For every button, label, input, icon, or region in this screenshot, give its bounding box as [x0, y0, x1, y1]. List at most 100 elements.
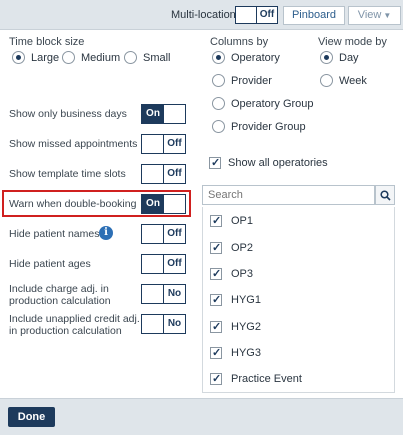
radio-label: Small	[143, 51, 171, 64]
radio-button[interactable]	[62, 51, 75, 64]
list-item[interactable]: OP1	[210, 214, 254, 227]
toggle-state: No	[163, 285, 185, 303]
toggle-state: Off	[163, 225, 185, 243]
list-item[interactable]: OP2	[210, 241, 254, 254]
checkbox[interactable]	[210, 241, 222, 254]
toggle-knob	[142, 285, 164, 303]
radio-label: Provider	[231, 74, 272, 87]
radio-button[interactable]	[320, 51, 333, 64]
label-line: production calculation	[9, 295, 111, 307]
charge-adj-toggle[interactable]: No	[141, 284, 186, 304]
setting-label-hide-ages: Hide patient ages	[9, 258, 91, 270]
list-item-label: OP1	[231, 215, 254, 227]
radio-large[interactable]: Large	[12, 51, 59, 64]
radio-button[interactable]	[212, 120, 225, 133]
toggle-state: Off	[163, 255, 185, 273]
list-item[interactable]: Practice Event	[210, 372, 302, 385]
columns-by-title: Columns by	[210, 36, 269, 48]
toggle-state: Off	[163, 165, 185, 183]
checkbox[interactable]	[210, 267, 222, 280]
radio-label: Medium	[81, 51, 121, 64]
show-all-label: Show all operatories	[228, 157, 328, 169]
toggle-knob	[163, 105, 185, 123]
operatory-list: OP1 OP2 OP3 HYG1 HYG2 HYG3 Practice Even…	[202, 207, 395, 393]
radio-day[interactable]: Day	[320, 51, 359, 64]
list-item-label: OP3	[231, 268, 254, 280]
setting-label-hide-names: Hide patient names	[9, 228, 100, 240]
hide-ages-toggle[interactable]: Off	[141, 254, 186, 274]
list-item[interactable]: HYG2	[210, 320, 261, 333]
checkbox[interactable]	[210, 320, 222, 333]
checkbox[interactable]	[210, 293, 222, 306]
radio-button[interactable]	[124, 51, 137, 64]
radio-button[interactable]	[212, 74, 225, 87]
view-label: View	[357, 9, 382, 21]
missed-appointments-toggle[interactable]: Off	[141, 134, 186, 154]
toggle-state: On	[142, 195, 164, 213]
radio-provider-group[interactable]: Provider Group	[212, 120, 306, 133]
setting-label-template-slots: Show template time slots	[9, 168, 126, 180]
radio-medium[interactable]: Medium	[62, 51, 120, 64]
radio-label: Day	[339, 51, 359, 64]
toggle-state: On	[142, 105, 164, 123]
multi-location-label: Multi-location	[171, 9, 236, 21]
time-block-title: Time block size	[9, 36, 85, 48]
list-item[interactable]: HYG3	[210, 346, 261, 359]
radio-button[interactable]	[320, 74, 333, 87]
setting-label-missed-appointments: Show missed appointments	[9, 138, 138, 150]
radio-small[interactable]: Small	[124, 51, 171, 64]
toggle-knob	[236, 7, 257, 23]
toggle-state: Off	[256, 7, 277, 23]
radio-operatory-group[interactable]: Operatory Group	[212, 97, 314, 110]
toggle-knob	[142, 315, 164, 333]
multi-location-toggle[interactable]: Off	[235, 6, 278, 24]
checkbox[interactable]	[210, 346, 222, 359]
radio-button[interactable]	[212, 97, 225, 110]
radio-label: Operatory	[231, 51, 280, 64]
setting-label-business-days: Show only business days	[9, 108, 127, 120]
search-icon	[380, 190, 391, 201]
search-button[interactable]	[375, 185, 395, 205]
toggle-knob	[142, 135, 164, 153]
radio-week[interactable]: Week	[320, 74, 367, 87]
list-item[interactable]: OP3	[210, 267, 254, 280]
radio-operatory[interactable]: Operatory	[212, 51, 280, 64]
toggle-state: No	[163, 315, 185, 333]
credit-adj-toggle[interactable]: No	[141, 314, 186, 334]
view-mode-title: View mode by	[318, 36, 387, 48]
toggle-knob	[163, 195, 185, 213]
business-days-toggle[interactable]: On	[141, 104, 186, 124]
radio-provider[interactable]: Provider	[212, 74, 272, 87]
pinboard-button[interactable]: Pinboard	[283, 6, 345, 25]
list-item-label: Practice Event	[231, 373, 302, 385]
label-line: Include charge adj. in	[9, 283, 109, 295]
setting-label-double-booking: Warn when double-booking	[9, 198, 137, 210]
done-button[interactable]: Done	[8, 407, 55, 427]
radio-label: Provider Group	[231, 120, 306, 133]
toggle-state: Off	[163, 135, 185, 153]
search-input[interactable]	[202, 185, 375, 205]
template-slots-toggle[interactable]: Off	[141, 164, 186, 184]
view-dropdown[interactable]: View ▼	[348, 6, 401, 25]
toggle-knob	[142, 225, 164, 243]
checkbox[interactable]	[210, 372, 222, 385]
hide-names-toggle[interactable]: Off	[141, 224, 186, 244]
footer-bar: Done	[0, 398, 403, 435]
checkbox[interactable]	[210, 214, 222, 227]
list-item-label: OP2	[231, 242, 254, 254]
show-all-operatories[interactable]: Show all operatories	[209, 156, 328, 169]
list-item-label: HYG2	[231, 321, 261, 333]
list-item[interactable]: HYG1	[210, 293, 261, 306]
radio-label: Week	[339, 74, 367, 87]
radio-button[interactable]	[12, 51, 25, 64]
checkbox[interactable]	[209, 156, 221, 169]
label-line: Include unapplied credit adj.	[9, 313, 140, 325]
double-booking-toggle[interactable]: On	[141, 194, 186, 214]
radio-label: Operatory Group	[231, 97, 314, 110]
info-icon[interactable]: i	[99, 226, 113, 240]
toggle-knob	[142, 165, 164, 183]
list-item-label: HYG3	[231, 347, 261, 359]
chevron-down-icon: ▼	[383, 11, 392, 20]
top-toolbar: Multi-location Off Pinboard View ▼	[0, 0, 403, 30]
radio-button[interactable]	[212, 51, 225, 64]
